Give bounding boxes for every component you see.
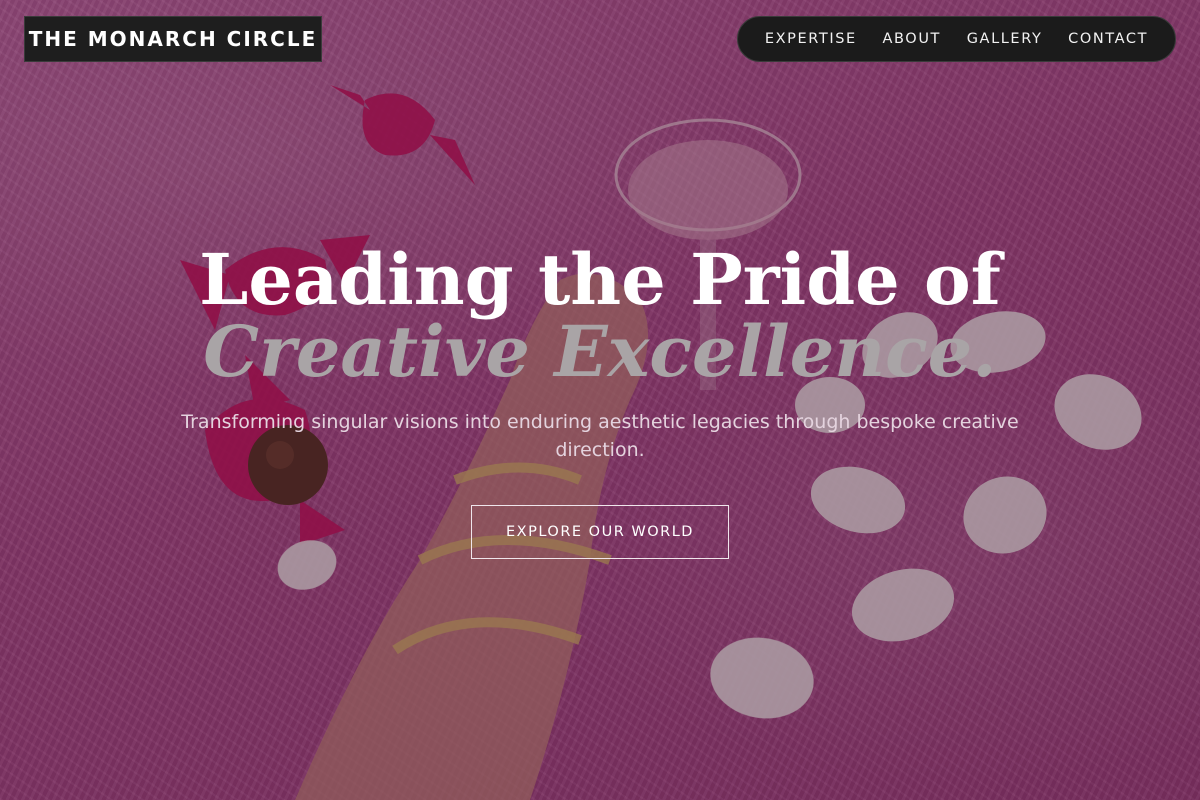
nav-item-contact[interactable]: CONTACT: [1068, 31, 1148, 47]
nav-item-gallery[interactable]: GALLERY: [967, 31, 1043, 47]
hero-title-accent: Creative Excellence.: [203, 310, 997, 393]
nav-item-about[interactable]: ABOUT: [883, 31, 942, 47]
brand-name: THE MONARCH CIRCLE: [28, 27, 318, 51]
brand-logo[interactable]: THE MONARCH CIRCLE: [24, 16, 322, 62]
hero-subtitle: Transforming singular visions into endur…: [181, 411, 1019, 461]
nav-item-expertise[interactable]: EXPERTISE: [765, 31, 857, 47]
hero-section: Leading the Pride of Creative Excellence…: [0, 238, 1200, 464]
explore-button[interactable]: EXPLORE OUR WORLD: [471, 505, 729, 559]
main-nav: EXPERTISE ABOUT GALLERY CONTACT: [737, 16, 1176, 62]
explore-button-label: EXPLORE OUR WORLD: [506, 524, 694, 540]
